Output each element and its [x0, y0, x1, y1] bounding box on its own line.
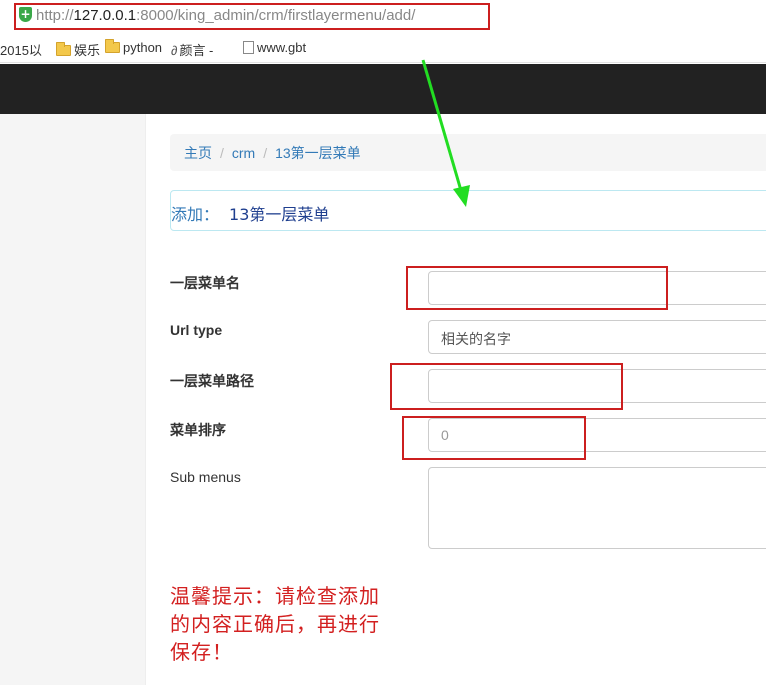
field-label-url-type: Url type [170, 322, 223, 338]
highlight-box-menu-name [406, 266, 668, 310]
breadcrumb-crm[interactable]: crm [232, 145, 255, 161]
page-title: 添加： 13第一层菜单 [170, 190, 766, 231]
url-highlight-box [14, 3, 490, 30]
sub-menus-multiselect[interactable] [428, 467, 766, 549]
page-icon [243, 41, 254, 54]
breadcrumb-separator: / [220, 145, 224, 161]
page-title-prefix: 添加： [171, 205, 220, 224]
field-label-sub-menus: Sub menus [170, 469, 241, 485]
bookmark-2015[interactable]: 2015以 [0, 40, 42, 59]
bookmark-gbt[interactable]: www.gbt [243, 40, 306, 55]
field-label-menu-order: 菜单排序 [170, 422, 226, 438]
field-label-menu-path: 一层菜单路径 [170, 373, 254, 389]
annotation-tip: 温馨提示：请检查添加的内容正确后，再进行保存！ [170, 584, 380, 664]
bookmarks-bar: 2015以 娱乐 python ∂ 颜言 - www.gbt [0, 33, 766, 63]
highlight-box-menu-path [390, 363, 623, 410]
breadcrumb: 主页 / crm / 13第一层菜单 [170, 134, 766, 171]
admin-navbar [0, 64, 766, 114]
alpha-icon: ∂ [171, 43, 178, 58]
bookmark-folder-yule[interactable]: 娱乐 [56, 40, 100, 59]
field-label-menu-name: 一层菜单名 [170, 275, 240, 291]
breadcrumb-home[interactable]: 主页 [184, 145, 212, 161]
folder-icon [56, 42, 71, 56]
folder-icon [105, 39, 120, 53]
sidebar [0, 114, 146, 685]
breadcrumb-current: 13第一层菜单 [275, 145, 361, 161]
breadcrumb-separator: / [263, 145, 268, 161]
url-type-select[interactable]: 相关的名字 [428, 320, 766, 354]
browser-url-bar: + http://127.0.0.1:8000/king_admin/crm/f… [0, 0, 766, 33]
page-title-model: 13第一层菜单 [229, 205, 330, 224]
bookmark-folder-python[interactable]: python [105, 39, 162, 55]
highlight-box-menu-order [402, 416, 586, 460]
bookmark-yanyan[interactable]: ∂ 颜言 - [171, 40, 213, 59]
